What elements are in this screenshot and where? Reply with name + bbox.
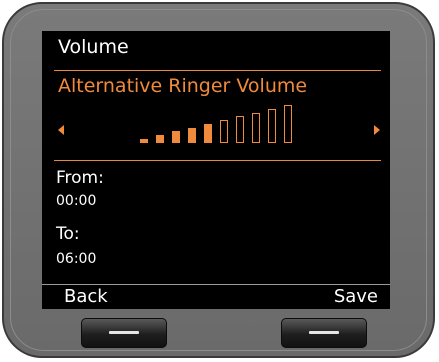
to-time-value[interactable]: 06:00	[56, 250, 96, 268]
to-label: To:	[56, 224, 80, 244]
screen-title: Volume	[58, 36, 129, 58]
volume-bar	[220, 120, 228, 143]
phone-device: Volume Alternative Ringer Volume From: 0…	[2, 2, 435, 358]
save-softkey-label[interactable]: Save	[334, 286, 378, 308]
right-softkey-button[interactable]	[281, 318, 367, 348]
softkey-bar: Back Save	[42, 284, 390, 309]
from-label: From:	[56, 168, 104, 188]
volume-bar	[188, 128, 196, 143]
volume-bar	[172, 131, 180, 143]
setting-title: Alternative Ringer Volume	[58, 75, 308, 97]
volume-bar	[268, 109, 276, 143]
back-softkey-label[interactable]: Back	[64, 286, 108, 308]
dash-icon	[309, 331, 339, 334]
left-softkey-button[interactable]	[81, 318, 167, 348]
arrow-right-icon[interactable]	[374, 125, 380, 135]
volume-bar	[156, 135, 164, 143]
volume-divider	[54, 160, 381, 161]
volume-bar	[236, 116, 244, 143]
display-screen: Volume Alternative Ringer Volume From: 0…	[42, 31, 390, 309]
from-time-value[interactable]: 00:00	[56, 192, 96, 210]
arrow-left-icon[interactable]	[58, 125, 64, 135]
volume-bar	[252, 113, 260, 143]
dash-icon	[109, 331, 139, 334]
volume-bar	[284, 105, 292, 143]
volume-level-bars[interactable]	[140, 103, 310, 143]
volume-bar	[204, 124, 212, 143]
title-divider	[54, 70, 381, 71]
volume-bar	[140, 139, 148, 143]
